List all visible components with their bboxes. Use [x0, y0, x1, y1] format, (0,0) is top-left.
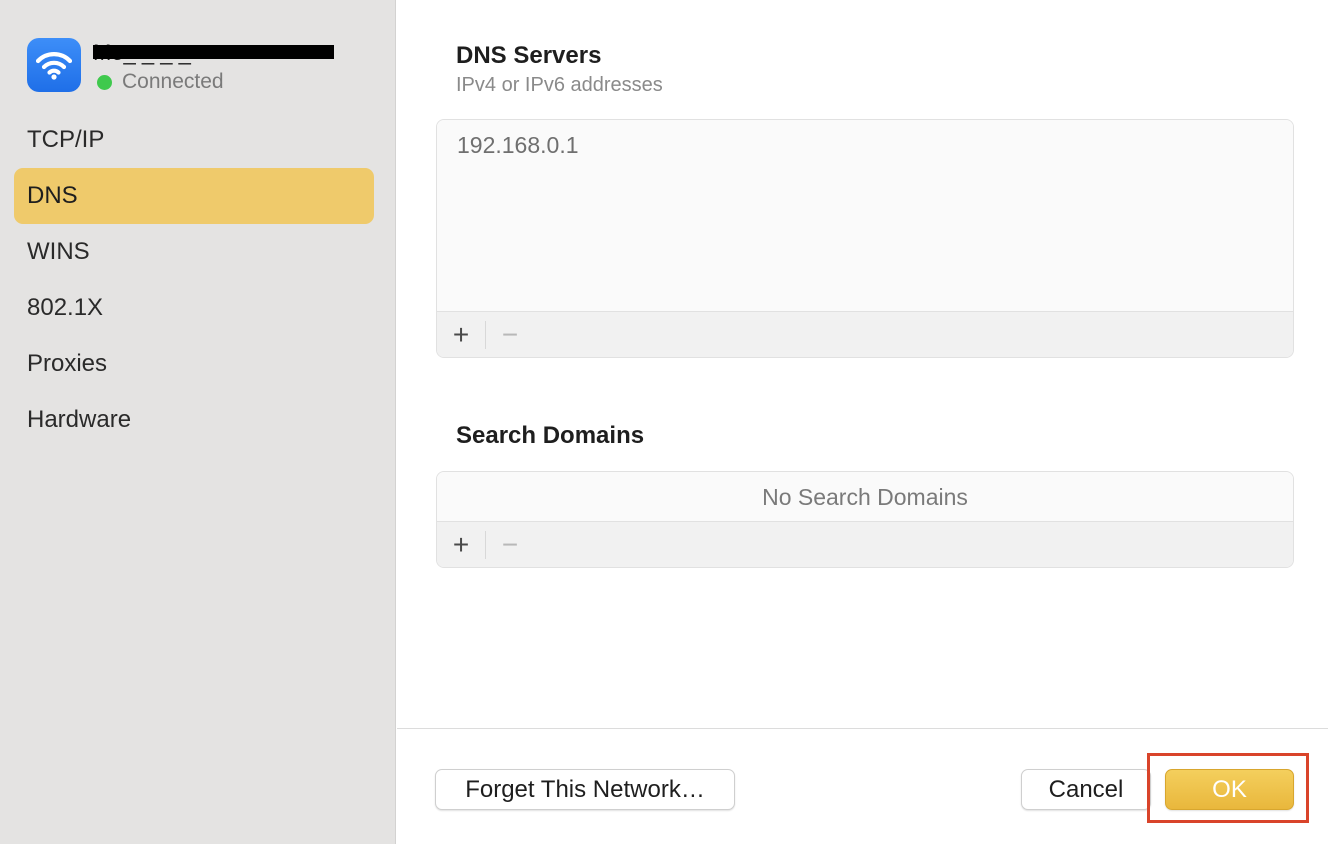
search-domains-empty-text: No Search Domains — [762, 484, 968, 510]
dns-servers-toolbar: + − — [437, 311, 1293, 357]
status-text: Connected — [122, 70, 224, 93]
sidebar-item-tcpip[interactable]: TCP/IP — [14, 112, 374, 168]
sidebar-item-label: 802.1X — [27, 294, 104, 321]
search-domains-list[interactable]: No Search Domains + − — [436, 471, 1294, 568]
dns-servers-title: DNS Servers — [456, 42, 602, 69]
dns-panel: DNS Servers IPv4 or IPv6 addresses 192.1… — [397, 0, 1328, 728]
dns-servers-subtitle: IPv4 or IPv6 addresses — [456, 74, 663, 96]
search-domains-title: Search Domains — [456, 422, 645, 449]
sidebar-nav: TCP/IP DNS WINS 802.1X Proxies Hardware — [14, 112, 374, 448]
wifi-icon — [27, 38, 81, 92]
sidebar-item-label: DNS — [27, 182, 78, 209]
network-header: Mo_ _ _ _ Connected — [27, 38, 367, 94]
cancel-button[interactable]: Cancel — [1021, 769, 1151, 810]
remove-search-domain-button[interactable]: − — [486, 522, 534, 567]
dns-server-entry[interactable]: 192.168.0.1 — [457, 132, 579, 159]
dns-servers-list-body: 192.168.0.1 — [437, 120, 1293, 312]
sidebar-item-proxies[interactable]: Proxies — [14, 336, 374, 392]
search-domains-toolbar: + − — [437, 521, 1293, 567]
network-settings-window: Mo_ _ _ _ Connected TCP/IP DNS WINS 802.… — [0, 0, 1328, 844]
sidebar: Mo_ _ _ _ Connected TCP/IP DNS WINS 802.… — [0, 0, 396, 844]
sidebar-item-label: WINS — [27, 238, 90, 265]
sidebar-item-label: Proxies — [27, 350, 108, 377]
forget-network-button[interactable]: Forget This Network… — [435, 769, 735, 810]
ok-button[interactable]: OK — [1165, 769, 1294, 810]
sidebar-item-label: TCP/IP — [27, 126, 105, 153]
search-domains-list-body: No Search Domains — [437, 472, 1293, 522]
remove-dns-server-button[interactable]: − — [486, 312, 534, 357]
status-dot-icon — [97, 74, 112, 90]
sidebar-item-8021x[interactable]: 802.1X — [14, 280, 374, 336]
sidebar-item-wins[interactable]: WINS — [14, 224, 374, 280]
network-status: Connected — [97, 70, 224, 94]
footer-bar: Forget This Network… Cancel OK — [397, 728, 1328, 844]
add-dns-server-button[interactable]: + — [437, 312, 485, 357]
sidebar-item-dns[interactable]: DNS — [14, 168, 374, 224]
network-name-redaction — [93, 45, 334, 59]
dns-servers-list[interactable]: 192.168.0.1 + − — [436, 119, 1294, 358]
sidebar-item-hardware[interactable]: Hardware — [14, 392, 374, 448]
add-search-domain-button[interactable]: + — [437, 522, 485, 567]
sidebar-item-label: Hardware — [27, 406, 132, 433]
